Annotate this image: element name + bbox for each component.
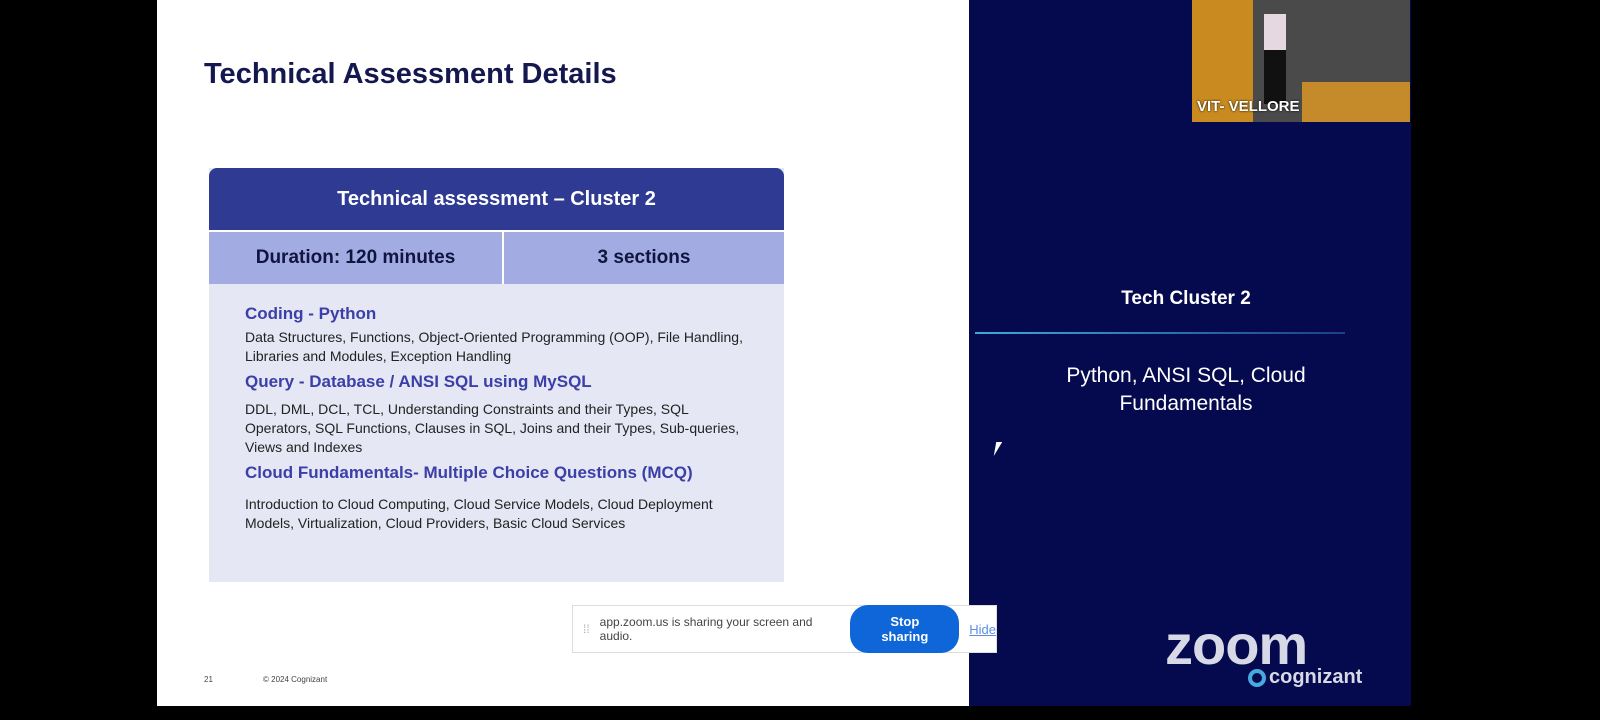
cluster-description: Python, ANSI SQL, Cloud Fundamentals xyxy=(1066,364,1306,415)
section-heading: Coding - Python xyxy=(245,304,377,323)
stop-sharing-button[interactable]: Stop sharing xyxy=(850,605,960,653)
card-body: Coding - Python Data Structures, Functio… xyxy=(209,284,784,533)
desk xyxy=(1302,82,1410,122)
presentation-slide: Technical Assessment Details Technical a… xyxy=(157,0,969,706)
screen-share-bar: ⁞⁞ app.zoom.us is sharing your screen an… xyxy=(572,605,997,653)
page-number: 21 xyxy=(204,675,213,684)
card-subheader: Duration: 120 minutes 3 sections xyxy=(209,230,784,284)
section-desc: DDL, DML, DCL, TCL, Understanding Constr… xyxy=(245,401,740,455)
section-desc: Introduction to Cloud Computing, Cloud S… xyxy=(245,496,713,531)
video-label: VIT- VELLORE xyxy=(1197,98,1300,115)
cognizant-icon xyxy=(1248,668,1266,687)
section-heading: Query - Database / ANSI SQL using MySQL xyxy=(245,372,592,391)
share-message: app.zoom.us is sharing your screen and a… xyxy=(599,615,813,643)
duration-label: Duration: 120 minutes xyxy=(209,232,504,284)
cognizant-wordmark: cognizant xyxy=(1269,666,1363,688)
drag-handle-icon[interactable]: ⁞⁞ xyxy=(583,622,590,636)
video-thumbnail[interactable]: VIT- VELLORE xyxy=(1192,0,1410,122)
hide-link[interactable]: Hide xyxy=(969,622,996,637)
copyright: © 2024 Cognizant xyxy=(263,675,328,684)
card-header: Technical assessment – Cluster 2 xyxy=(209,168,784,230)
cluster-title: Tech Cluster 2 xyxy=(1121,288,1251,309)
slide-title: Technical Assessment Details xyxy=(204,58,617,90)
section-heading: Cloud Fundamentals- Multiple Choice Ques… xyxy=(245,463,693,482)
speaker-figure xyxy=(1264,14,1286,104)
assessment-card: Technical assessment – Cluster 2 Duratio… xyxy=(209,168,784,582)
cognizant-logo: cognizant xyxy=(1248,666,1362,689)
divider xyxy=(975,332,1345,334)
sections-count: 3 sections xyxy=(597,247,691,268)
section-desc: Data Structures, Functions, Object-Orien… xyxy=(245,329,743,364)
